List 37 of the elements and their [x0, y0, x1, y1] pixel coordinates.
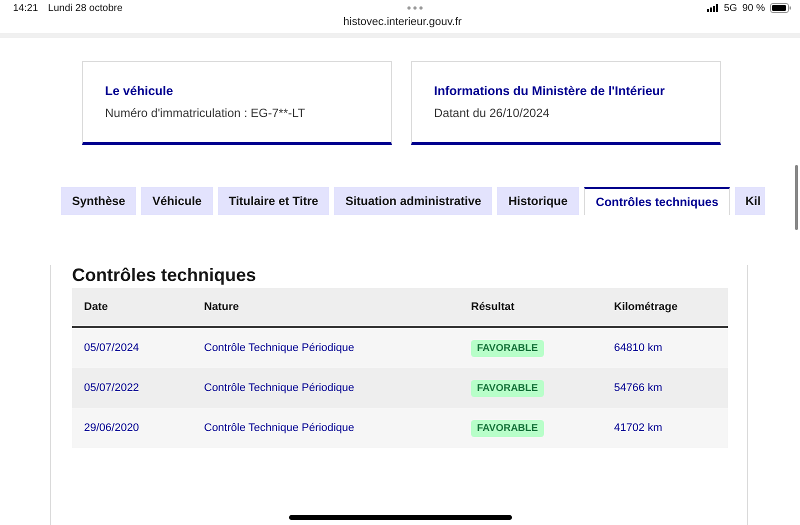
battery-percent: 90 % — [742, 2, 765, 14]
tab[interactable]: Titulaire et Titre — [218, 187, 330, 215]
column-header: Résultat — [459, 288, 602, 327]
status-date: Lundi 28 octobre — [48, 2, 123, 14]
scrollbar — [795, 165, 798, 230]
column-header: Date — [72, 288, 192, 327]
table-cell: 05/07/2022 — [84, 382, 140, 394]
network-label: 5G — [724, 2, 738, 14]
table-cell: 64810 km — [614, 342, 662, 354]
table-cell: 05/07/2024 — [84, 342, 140, 354]
tab[interactable]: Contrôles techniques — [584, 187, 730, 215]
tab[interactable]: Historique — [497, 187, 579, 215]
table-cell: 54766 km — [614, 382, 662, 394]
result-badge: FAVORABLE — [471, 340, 544, 357]
tab[interactable]: Véhicule — [141, 187, 213, 215]
tab[interactable]: Situation administrative — [334, 187, 492, 215]
card-text: Numéro d'immatriculation : EG-7**-LT — [105, 106, 306, 120]
result-badge: FAVORABLE — [471, 420, 544, 437]
section-title: Contrôles techniques — [72, 265, 258, 286]
card-text: Datant du 26/10/2024 — [434, 106, 550, 120]
card-title: Le véhicule — [105, 84, 174, 98]
column-header: Kilométrage — [602, 288, 728, 327]
table-cell: 29/06/2020 — [84, 422, 140, 434]
column-header: Nature — [192, 288, 459, 327]
tab[interactable]: Kil — [735, 187, 765, 215]
more-dots-icon — [406, 6, 423, 10]
table-cell: Contrôle Technique Périodique — [204, 342, 354, 354]
table-cell: Contrôle Technique Périodique — [204, 422, 354, 434]
card-title: Informations du Ministère de l'Intérieur — [434, 84, 666, 98]
table-cell: 41702 km — [614, 422, 662, 434]
status-time: 14:21 — [13, 2, 38, 14]
url-text[interactable]: histovec.interieur.gouv.fr — [13, 16, 792, 28]
table-cell: Contrôle Technique Périodique — [204, 382, 354, 394]
signal-icon — [706, 4, 719, 12]
result-badge: FAVORABLE — [471, 380, 544, 397]
tab[interactable]: Synthèse — [61, 187, 136, 215]
battery-icon — [770, 3, 792, 13]
